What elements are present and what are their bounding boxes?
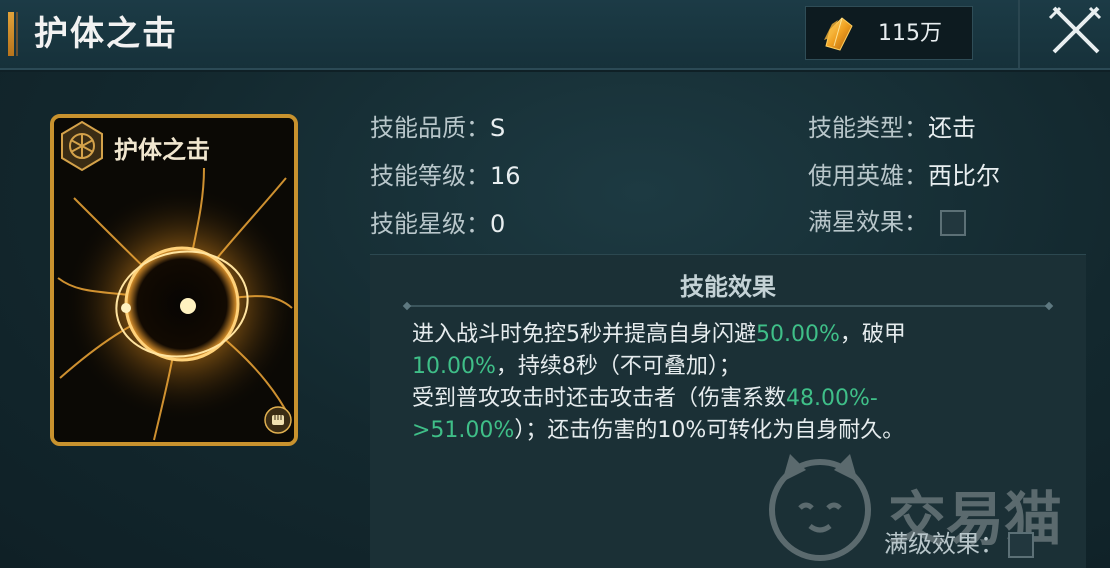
effect-text-1c: ，破甲: [839, 322, 906, 347]
type-value: 还击: [928, 114, 976, 142]
type-label: 技能类型：: [808, 114, 928, 142]
hexagon-emblem-icon: [61, 120, 103, 172]
effect-value-dodge: 50.00%: [756, 322, 840, 347]
effect-value-coef-min: 48.00%-: [786, 386, 878, 411]
level-row: 技能等级：16: [370, 156, 521, 191]
effect-text-1a: 进入战斗时免控5秒并提高自身闪避: [412, 322, 756, 347]
effect-description: 进入战斗时免控5秒并提高自身闪避50.00%，破甲 10.00%，持续8秒（不可…: [412, 319, 972, 447]
fullstar-row: 满星效果：: [808, 202, 966, 237]
type-row: 技能类型：还击: [808, 108, 976, 143]
star-label: 技能星级：: [370, 210, 490, 238]
level-label: 技能等级：: [370, 162, 490, 190]
close-button[interactable]: [1046, 4, 1104, 56]
main-content: 护体之击 技能品质：S 技能等级：16 技能星级：0 技能类型：还击 使用英雄：…: [0, 72, 1110, 568]
hero-row: 使用英雄：西比尔: [808, 156, 1000, 191]
title-accent-line: [16, 12, 18, 56]
effect-divider: [408, 305, 1048, 307]
star-value: 0: [490, 210, 506, 238]
hero-label: 使用英雄：: [808, 162, 928, 190]
effect-text-4b: ）；还击伤害的10%可转化为自身耐久。: [514, 418, 905, 443]
title-accent-bar: [8, 12, 14, 56]
fullstar-label: 满星效果：: [808, 208, 928, 236]
hero-value: 西比尔: [928, 162, 1000, 190]
quality-label: 技能品质：: [370, 114, 490, 142]
currency-display[interactable]: 115万: [805, 6, 973, 60]
fullstar-checkbox[interactable]: [940, 210, 966, 236]
quality-value: S: [490, 114, 506, 142]
top-bar: 护体之击 115万: [0, 0, 1110, 70]
maxlevel-label: 满级效果：: [884, 530, 1004, 558]
card-title: 护体之击: [114, 135, 210, 164]
effect-text-2b: ，持续8秒（不可叠加）；: [495, 354, 741, 379]
effect-title: 技能效果: [680, 273, 776, 301]
maxlevel-checkbox[interactable]: [1008, 532, 1034, 558]
header-divider: [1018, 0, 1020, 68]
close-icon: [1048, 6, 1102, 54]
skill-card: 护体之击: [50, 114, 298, 446]
maxlevel-row: 满级效果：: [884, 524, 1034, 559]
level-value: 16: [490, 162, 521, 190]
page-title: 护体之击: [34, 14, 178, 54]
star-row: 技能星级：0: [370, 204, 505, 239]
quality-row: 技能品质：S: [370, 108, 505, 143]
cat-logo-icon: [769, 454, 871, 561]
effect-text-3a: 受到普攻攻击时还击攻击者（伤害系数: [412, 386, 787, 411]
effect-value-armor: 10.00%: [412, 354, 496, 379]
crystal-icon: [824, 17, 853, 51]
fist-badge-icon: [264, 406, 292, 434]
effect-value-coef-max: >51.00%: [412, 418, 515, 443]
currency-value: 115万: [878, 21, 942, 46]
